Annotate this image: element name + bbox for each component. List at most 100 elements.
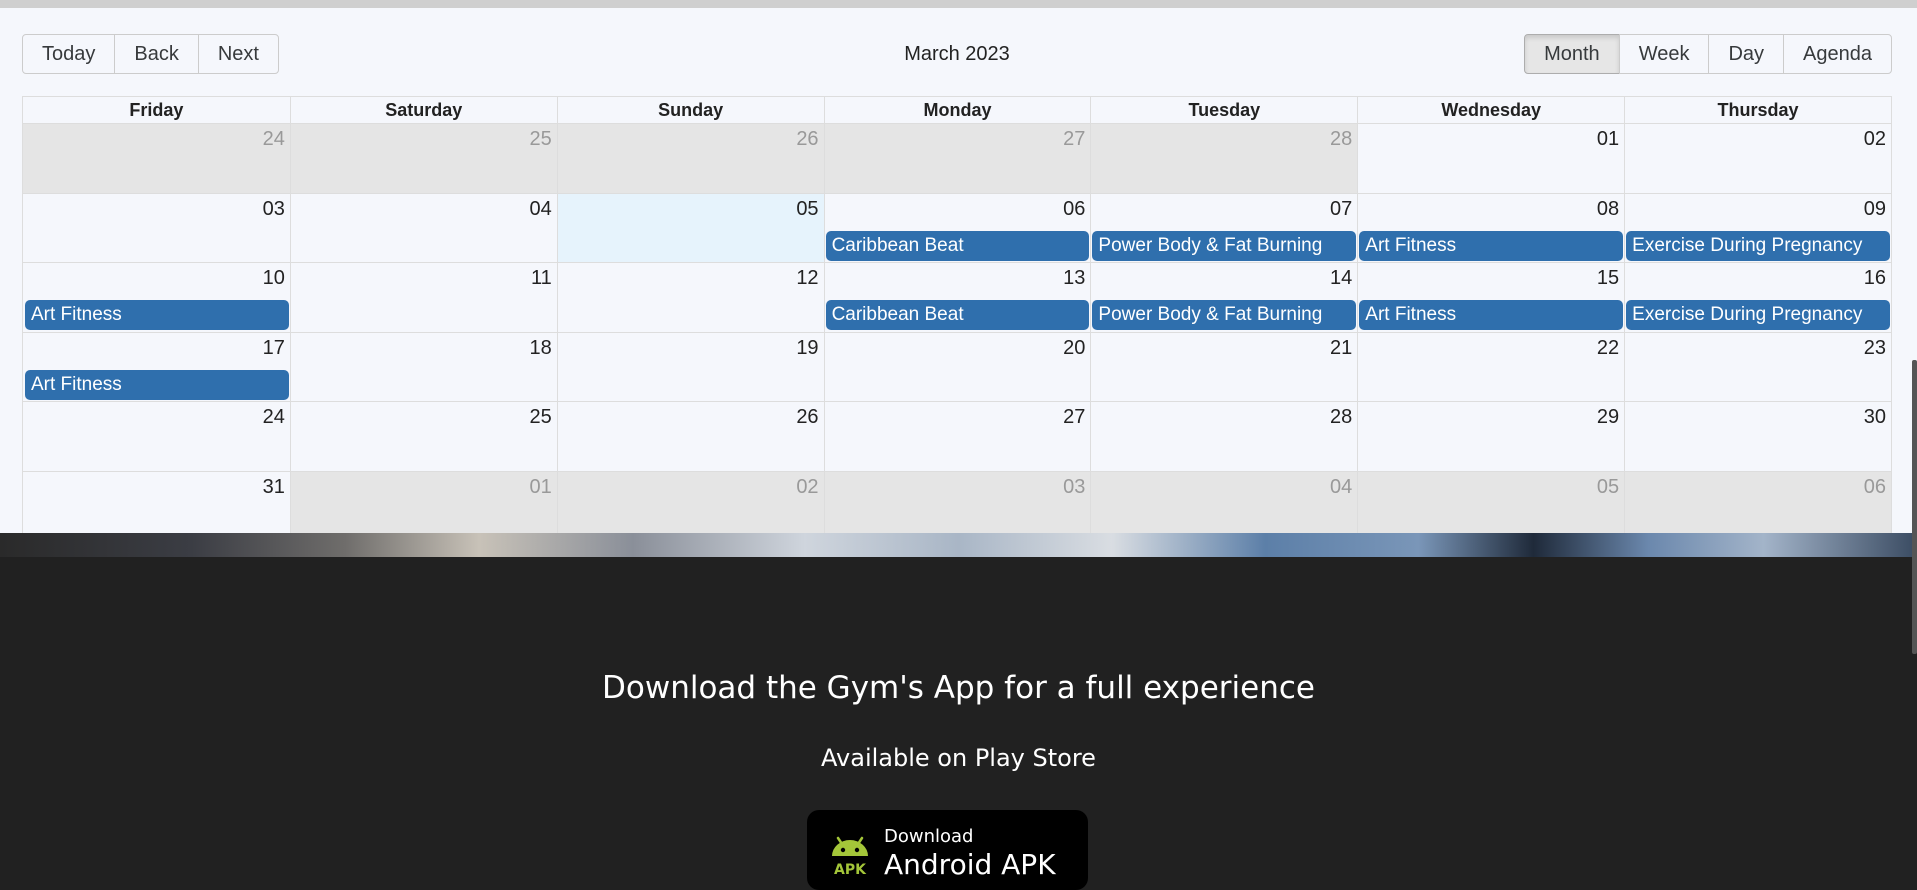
date-number[interactable]: 05: [1357, 476, 1624, 499]
date-number[interactable]: 05: [557, 198, 824, 221]
date-number[interactable]: 02: [1624, 128, 1891, 151]
date-number[interactable]: 14: [1090, 267, 1357, 290]
week-date-row: 24 25 26 27 28 29 30: [23, 406, 1891, 429]
week-row: 31 01 02 03 04 05 06: [23, 470, 1891, 540]
event-slot: Exercise During Pregnancy: [1624, 300, 1891, 330]
week-event-row: Art Fitness Caribbean Beat Power Body & Fa…: [23, 300, 1891, 330]
calendar-event[interactable]: Exercise During Pregnancy: [1626, 300, 1890, 330]
calendar-event[interactable]: Exercise During Pregnancy: [1626, 230, 1890, 261]
date-number[interactable]: 23: [1624, 337, 1891, 360]
date-number[interactable]: 25: [290, 128, 557, 151]
event-slot: [824, 370, 1091, 400]
calendar-toolbar: Today Back Next March 2023 Month Week Da…: [22, 34, 1892, 74]
android-icon: APK: [832, 836, 868, 878]
date-number[interactable]: 26: [557, 406, 824, 429]
calendar-event[interactable]: Power Body & Fat Burning: [1092, 230, 1357, 261]
calendar-event[interactable]: Art Fitness: [25, 369, 289, 400]
date-number[interactable]: 02: [557, 476, 824, 499]
agenda-view-button[interactable]: Agenda: [1783, 34, 1892, 74]
week-row: 17 18 19 20 21 22 23 Art Fitness: [23, 331, 1891, 401]
date-number[interactable]: 10: [23, 267, 290, 290]
date-number[interactable]: 04: [290, 198, 557, 221]
date-number[interactable]: 09: [1624, 198, 1891, 221]
date-number[interactable]: 30: [1624, 406, 1891, 429]
date-number[interactable]: 27: [824, 406, 1091, 429]
today-button[interactable]: Today: [22, 34, 116, 74]
event-slot: [290, 300, 557, 330]
calendar-event[interactable]: Art Fitness: [25, 300, 289, 330]
back-button[interactable]: Back: [114, 34, 199, 74]
weekday-header: Tuesday: [1090, 97, 1357, 123]
event-slot: [1624, 370, 1891, 400]
calendar-event[interactable]: Art Fitness: [1359, 230, 1624, 261]
week-date-row: 24 25 26 27 28 01 02: [23, 128, 1891, 151]
footer-subheading: Available on Play Store: [821, 744, 1096, 772]
date-number[interactable]: 25: [290, 406, 557, 429]
event-slot: Caribbean Beat: [824, 230, 1091, 261]
page-scrollbar[interactable]: [1912, 360, 1917, 654]
date-number[interactable]: 28: [1090, 406, 1357, 429]
week-row: 10 11 12 13 14 15 16 Art Fitness Caribbean Beat P…: [23, 262, 1891, 332]
week-date-row: 10 11 12 13 14 15 16: [23, 267, 1891, 290]
download-apk-button[interactable]: APK Download Android APK: [807, 810, 1088, 890]
date-number[interactable]: 18: [290, 337, 557, 360]
day-view-button[interactable]: Day: [1708, 34, 1785, 74]
event-slot: Art Fitness: [1357, 300, 1624, 330]
date-number[interactable]: 03: [23, 198, 290, 221]
calendar-event[interactable]: Art Fitness: [1359, 300, 1624, 330]
date-number[interactable]: 27: [824, 128, 1091, 151]
week-row: 24 25 26 27 28 29 30: [23, 401, 1891, 471]
date-number[interactable]: 28: [1090, 128, 1357, 151]
footer-heading: Download the Gym's App for a full experi…: [602, 670, 1315, 706]
event-slot: [557, 300, 824, 330]
date-number[interactable]: 06: [1624, 476, 1891, 499]
weekday-header: Sunday: [556, 97, 824, 123]
apk-badge: APK: [834, 862, 867, 878]
date-number[interactable]: 08: [1357, 198, 1624, 221]
weekday-header: Monday: [823, 97, 1091, 123]
next-button[interactable]: Next: [197, 34, 279, 74]
date-number[interactable]: 17: [23, 337, 290, 360]
date-number[interactable]: 21: [1090, 337, 1357, 360]
view-button-group: Month Week Day Agenda: [1524, 34, 1892, 74]
calendar-event[interactable]: Caribbean Beat: [825, 230, 1090, 261]
date-number[interactable]: 24: [23, 128, 290, 151]
week-view-button[interactable]: Week: [1618, 34, 1710, 74]
calendar-event[interactable]: Power Body & Fat Burning: [1092, 300, 1357, 330]
event-slot: [1090, 370, 1357, 400]
week-date-row: 31 01 02 03 04 05 06: [23, 476, 1891, 499]
date-number[interactable]: 22: [1357, 337, 1624, 360]
date-number[interactable]: 01: [1357, 128, 1624, 151]
event-slot: [1357, 370, 1624, 400]
weekday-header: Wednesday: [1357, 97, 1624, 123]
date-number[interactable]: 11: [290, 267, 557, 290]
date-number[interactable]: 12: [557, 267, 824, 290]
date-number[interactable]: 06: [824, 198, 1091, 221]
month-view-button[interactable]: Month: [1524, 34, 1620, 74]
date-number[interactable]: 26: [557, 128, 824, 151]
event-slot: [290, 231, 557, 261]
date-number[interactable]: 04: [1090, 476, 1357, 499]
week-row: 03 04 05 06 07 08 09 Caribbean Beat Power Body &…: [23, 192, 1891, 262]
date-number[interactable]: 29: [1357, 406, 1624, 429]
event-slot: [557, 231, 824, 261]
event-slot: Art Fitness: [23, 300, 290, 330]
date-number[interactable]: 15: [1357, 267, 1624, 290]
calendar-event[interactable]: Caribbean Beat: [825, 300, 1090, 330]
date-number[interactable]: 01: [290, 476, 557, 499]
weekday-header-row: Friday Saturday Sunday Monday Tuesday Wednesd…: [23, 97, 1891, 123]
event-slot: [557, 370, 824, 400]
date-number[interactable]: 24: [23, 406, 290, 429]
date-number[interactable]: 13: [824, 267, 1091, 290]
calendar-section: Today Back Next March 2023 Month Week Da…: [0, 8, 1917, 541]
week-date-row: 17 18 19 20 21 22 23: [23, 337, 1891, 360]
date-number[interactable]: 16: [1624, 267, 1891, 290]
date-number[interactable]: 31: [23, 476, 290, 499]
event-slot: Power Body & Fat Burning: [1090, 300, 1357, 330]
date-number[interactable]: 03: [824, 476, 1091, 499]
event-slot: Power Body & Fat Burning: [1090, 230, 1357, 261]
date-number[interactable]: 19: [557, 337, 824, 360]
date-number[interactable]: 20: [824, 337, 1091, 360]
event-slot: Art Fitness: [23, 369, 290, 400]
date-number[interactable]: 07: [1090, 198, 1357, 221]
